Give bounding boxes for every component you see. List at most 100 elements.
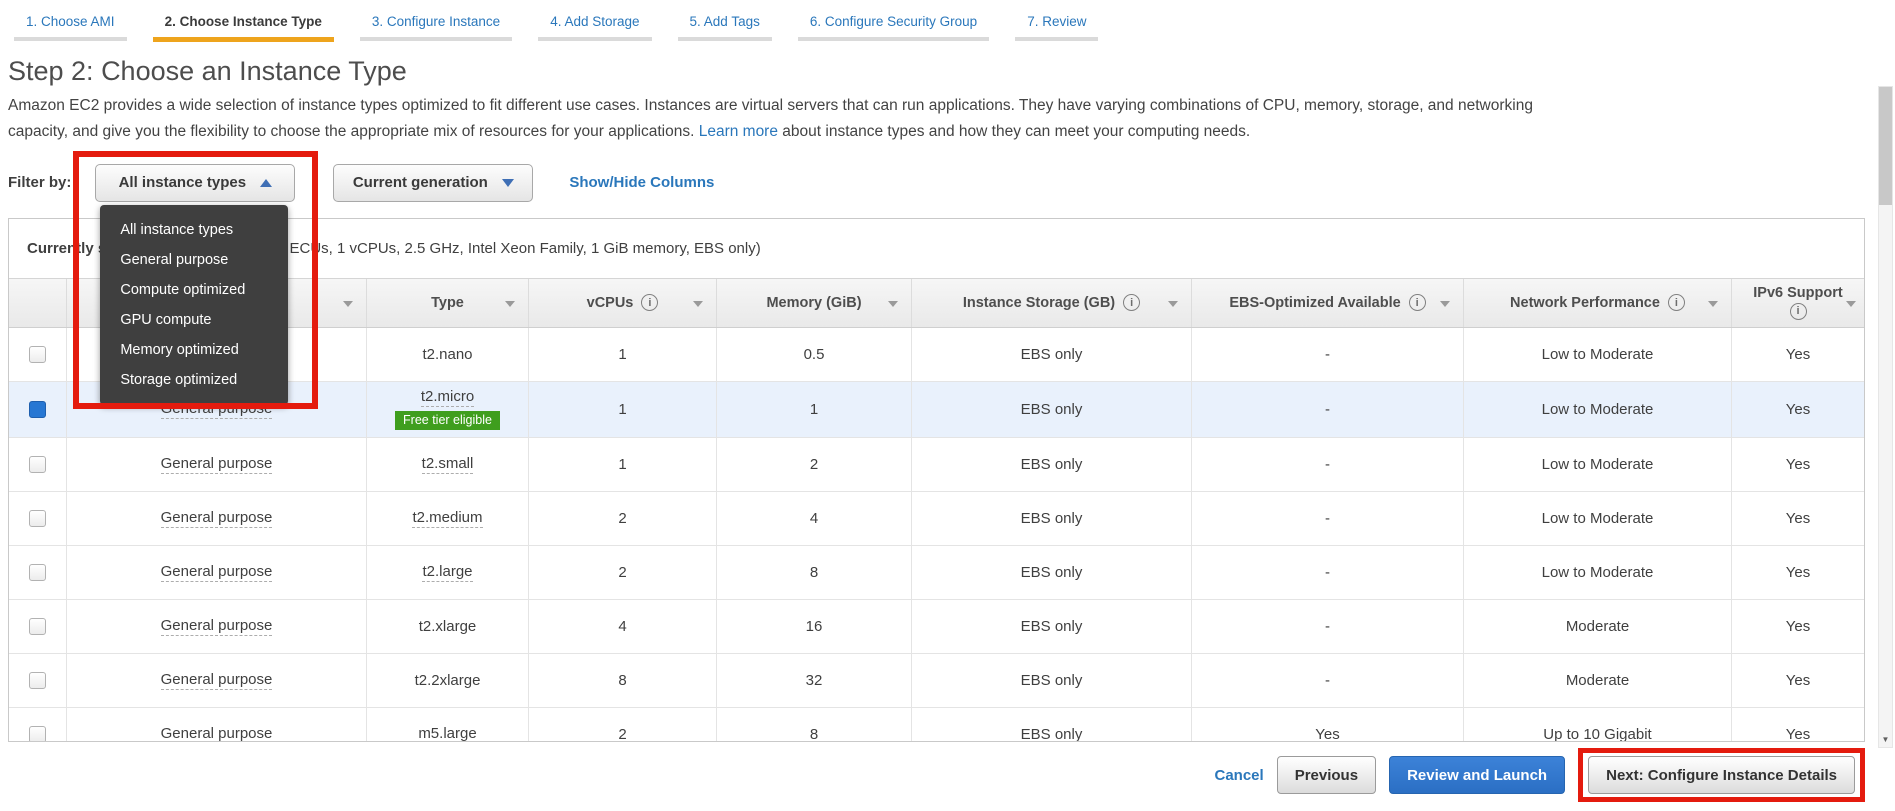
menu-item-gpu-compute[interactable]: GPU compute bbox=[100, 305, 288, 335]
table-row-t22xlarge[interactable]: General purpose t2.2xlarge 8 32 EBS only… bbox=[9, 654, 1864, 708]
ec2-launch-wizard-page: 1. Choose AMI 2. Choose Instance Type 3.… bbox=[0, 0, 1895, 811]
caret-up-icon bbox=[260, 179, 272, 187]
previous-button[interactable]: Previous bbox=[1277, 756, 1376, 794]
annotation-red-box-next: Next: Configure Instance Details bbox=[1578, 748, 1865, 802]
active-tab-underline bbox=[153, 37, 334, 42]
tab-add-storage[interactable]: 4. Add Storage bbox=[538, 8, 651, 42]
instance-type-filter-menu: All instance types General purpose Compu… bbox=[100, 205, 288, 405]
tab-label: 3. Configure Instance bbox=[360, 8, 512, 37]
row-checkbox-checked[interactable] bbox=[29, 401, 46, 418]
free-tier-badge: Free tier eligible bbox=[395, 411, 500, 430]
scroll-down-arrow-icon[interactable]: ▼ bbox=[1879, 731, 1892, 747]
header-instance-storage[interactable]: Instance Storage (GB) i bbox=[911, 279, 1191, 327]
row-checkbox[interactable] bbox=[29, 672, 46, 689]
tab-underline bbox=[360, 37, 512, 41]
menu-item-compute-optimized[interactable]: Compute optimized bbox=[100, 275, 288, 305]
header-type[interactable]: Type bbox=[366, 279, 528, 327]
tab-label: 5. Add Tags bbox=[678, 8, 772, 37]
row-checkbox[interactable] bbox=[29, 618, 46, 635]
type-cell: t2.2xlarge bbox=[415, 672, 481, 689]
tab-add-tags[interactable]: 5. Add Tags bbox=[678, 8, 772, 42]
family-cell[interactable]: General purpose bbox=[161, 671, 273, 690]
table-row-t2xlarge[interactable]: General purpose t2.xlarge 4 16 EBS only … bbox=[9, 600, 1864, 654]
tab-underline bbox=[14, 37, 127, 41]
type-cell: t2.nano bbox=[422, 346, 472, 363]
review-and-launch-button[interactable]: Review and Launch bbox=[1389, 756, 1565, 794]
row-checkbox[interactable] bbox=[29, 564, 46, 581]
sort-caret-icon bbox=[888, 301, 898, 307]
page-description: Amazon EC2 provides a wide selection of … bbox=[8, 93, 1553, 146]
row-checkbox[interactable] bbox=[29, 726, 46, 742]
header-ipv6-support[interactable]: IPv6 Support i bbox=[1731, 279, 1864, 327]
learn-more-link[interactable]: Learn more bbox=[699, 123, 778, 140]
description-tail-text: about instance types and how they can me… bbox=[782, 123, 1250, 140]
sort-caret-icon bbox=[1168, 301, 1178, 307]
row-checkbox[interactable] bbox=[29, 346, 46, 363]
sort-caret-icon bbox=[1440, 301, 1450, 307]
tab-label: 4. Add Storage bbox=[538, 8, 651, 37]
header-network-performance[interactable]: Network Performance i bbox=[1463, 279, 1731, 327]
scrollbar-thumb[interactable] bbox=[1879, 87, 1892, 205]
tab-review[interactable]: 7. Review bbox=[1015, 8, 1098, 42]
header-checkbox-column bbox=[9, 279, 66, 327]
table-row-t2large[interactable]: General purpose t2.large 2 8 EBS only - … bbox=[9, 546, 1864, 600]
family-cell[interactable]: General purpose bbox=[161, 455, 273, 474]
tab-label: 6. Configure Security Group bbox=[798, 8, 989, 37]
instance-type-filter-wrapper: All instance types All instance types Ge… bbox=[95, 164, 295, 202]
vertical-scrollbar[interactable]: ▼ bbox=[1878, 86, 1893, 748]
wizard-footer: Cancel Previous Review and Launch Next: … bbox=[1214, 748, 1865, 802]
table-row-m5large-clipped[interactable]: General purpose m5.large 2 8 EBS only Ye… bbox=[9, 708, 1864, 742]
family-cell[interactable]: General purpose bbox=[161, 563, 273, 582]
tab-choose-ami[interactable]: 1. Choose AMI bbox=[14, 8, 127, 42]
wizard-step-tabs: 1. Choose AMI 2. Choose Instance Type 3.… bbox=[0, 0, 1895, 42]
type-cell[interactable]: m5.large bbox=[418, 725, 476, 742]
tab-configure-security-group[interactable]: 6. Configure Security Group bbox=[798, 8, 989, 42]
table-row-t2small[interactable]: General purpose t2.small 1 2 EBS only - … bbox=[9, 438, 1864, 492]
tab-choose-instance-type[interactable]: 2. Choose Instance Type bbox=[153, 8, 334, 42]
tab-underline bbox=[1015, 37, 1098, 41]
info-icon[interactable]: i bbox=[1790, 303, 1807, 320]
family-cell[interactable]: General purpose bbox=[161, 725, 273, 742]
type-cell[interactable]: t2.medium bbox=[412, 509, 482, 528]
show-hide-columns-link[interactable]: Show/Hide Columns bbox=[569, 174, 714, 191]
generation-filter-dropdown[interactable]: Current generation bbox=[333, 164, 533, 202]
type-cell: t2.xlarge bbox=[419, 618, 477, 635]
info-icon[interactable]: i bbox=[1409, 294, 1426, 311]
page-title: Step 2: Choose an Instance Type bbox=[8, 56, 1895, 87]
header-memory[interactable]: Memory (GiB) bbox=[716, 279, 911, 327]
tab-label: 1. Choose AMI bbox=[14, 8, 127, 37]
tab-label: 2. Choose Instance Type bbox=[153, 8, 334, 37]
sort-caret-icon bbox=[343, 301, 353, 307]
header-ebs-optimized[interactable]: EBS-Optimized Available i bbox=[1191, 279, 1463, 327]
menu-item-all-instance-types[interactable]: All instance types bbox=[100, 215, 288, 245]
menu-item-memory-optimized[interactable]: Memory optimized bbox=[100, 335, 288, 365]
sort-caret-icon bbox=[505, 301, 515, 307]
caret-down-icon bbox=[502, 179, 514, 187]
instance-type-filter-value: All instance types bbox=[119, 174, 247, 191]
sort-caret-icon bbox=[1846, 301, 1856, 307]
table-row-t2medium[interactable]: General purpose t2.medium 2 4 EBS only -… bbox=[9, 492, 1864, 546]
family-cell[interactable]: General purpose bbox=[161, 617, 273, 636]
tab-underline bbox=[798, 37, 989, 41]
filter-by-label: Filter by: bbox=[8, 174, 71, 191]
family-cell[interactable]: General purpose bbox=[161, 509, 273, 528]
instance-type-filter-dropdown[interactable]: All instance types bbox=[95, 164, 295, 202]
info-icon[interactable]: i bbox=[1668, 294, 1685, 311]
row-checkbox[interactable] bbox=[29, 456, 46, 473]
tab-configure-instance[interactable]: 3. Configure Instance bbox=[360, 8, 512, 42]
type-cell[interactable]: t2.small bbox=[422, 455, 474, 474]
header-vcpus[interactable]: vCPUs i bbox=[528, 279, 716, 327]
menu-item-storage-optimized[interactable]: Storage optimized bbox=[100, 365, 288, 395]
filter-bar: Filter by: All instance types All instan… bbox=[8, 164, 1895, 202]
cancel-link[interactable]: Cancel bbox=[1214, 767, 1263, 784]
tab-underline bbox=[678, 37, 772, 41]
tab-label: 7. Review bbox=[1015, 8, 1098, 37]
type-cell[interactable]: t2.micro bbox=[421, 388, 474, 407]
row-checkbox[interactable] bbox=[29, 510, 46, 527]
menu-item-general-purpose[interactable]: General purpose bbox=[100, 245, 288, 275]
info-icon[interactable]: i bbox=[1123, 294, 1140, 311]
generation-filter-value: Current generation bbox=[353, 174, 488, 191]
info-icon[interactable]: i bbox=[641, 294, 658, 311]
next-configure-instance-details-button[interactable]: Next: Configure Instance Details bbox=[1588, 756, 1855, 794]
type-cell[interactable]: t2.large bbox=[422, 563, 472, 582]
